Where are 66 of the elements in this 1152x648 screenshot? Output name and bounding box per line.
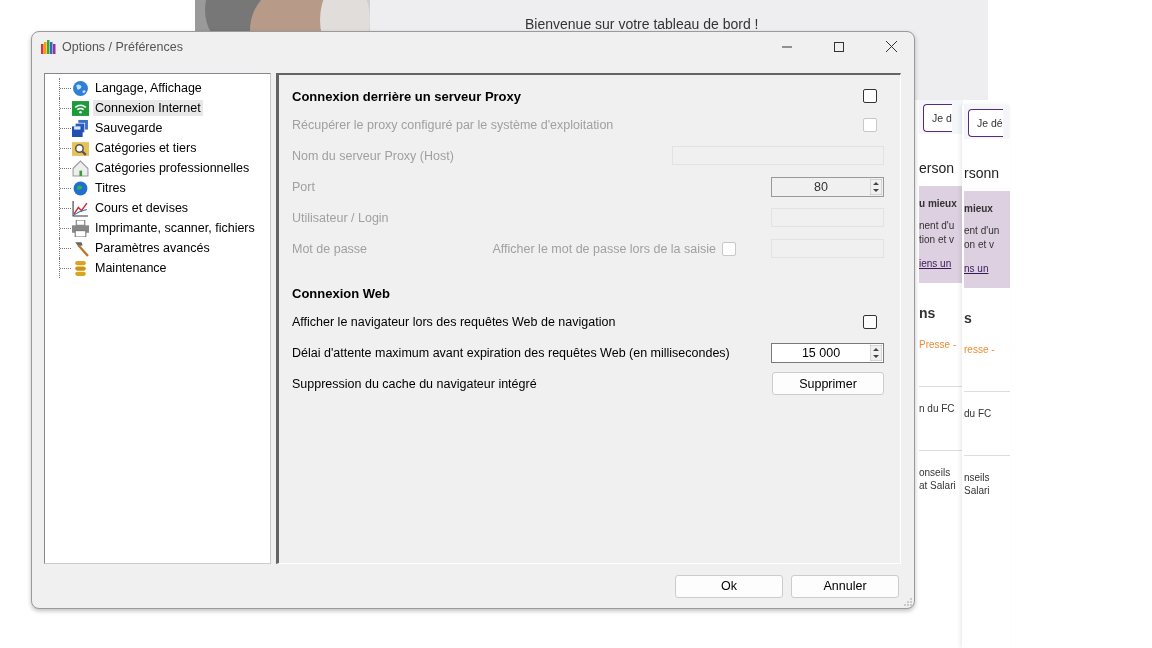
window-title: Options / Préférences [62,39,184,54]
tree-item[interactable]: Catégories et tiers [93,140,199,156]
tree-item[interactable]: Cours et devises [93,200,191,216]
delete-button[interactable]: Supprimer [772,372,884,395]
welcome-title: Bienvenue sur votre tableau de bord ! [525,16,759,32]
section-title: Connexion derrière un serveur Proxy [292,88,522,104]
tree-item[interactable]: Maintenance [93,260,169,276]
house-icon [72,159,89,177]
field-label: Récupérer le proxy configuré par le système d'exploitation [292,117,615,132]
card-text: on et v [964,239,996,250]
magnifier-icon [72,139,89,157]
action-button[interactable]: Je dé [968,109,1003,137]
action-button[interactable]: Je d [923,104,952,132]
field-label: Suppression du cache du navigateur intégré [292,376,538,391]
globe-icon [72,179,89,197]
category-tag: resse - [964,344,1010,355]
article-title[interactable]: at Salari [919,480,963,491]
spin-arrows-icon[interactable] [870,178,882,195]
section-heading: s [964,310,973,326]
section-title: Connexion Web [292,285,390,301]
tree-item[interactable]: Langage, Affichage [93,80,204,96]
spin-arrows-icon[interactable] [870,344,882,361]
ok-button[interactable]: Ok [675,574,783,598]
coins-icon [72,259,89,277]
resize-grip-icon[interactable] [904,598,912,606]
section-heading: erson [919,160,956,176]
maximize-icon [834,41,844,52]
globe-icon [72,79,89,97]
card-text: ent d'un [964,225,1001,236]
option-label: Afficher le mot de passe lors de la saisie [492,241,716,256]
article-title[interactable]: onseils [919,467,963,478]
field-label: Mot de passe [292,241,369,256]
tree-item[interactable]: Titres [93,180,128,196]
tree-item[interactable]: Imprimante, scanner, fichiers [93,220,257,236]
article-title[interactable]: du FC [964,408,1010,419]
field-label: Port [292,179,316,194]
field-label: Afficher le navigateur lors des requêtes Web de navigation [292,314,617,329]
app-icon [40,38,56,55]
card-title: u mieux [919,198,958,209]
tree-item[interactable]: Sauvegarde [93,120,165,136]
card-link[interactable]: ns un [964,263,1010,274]
hammer-icon [72,239,89,257]
chart-icon [72,199,89,217]
card-link[interactable]: iens un [919,258,963,269]
section-heading: rsonn [964,165,1001,181]
tree-item[interactable]: Catégories professionnelles [93,160,252,176]
card-text: nent d'u [919,220,956,231]
cancel-button[interactable]: Annuler [791,574,899,598]
number-field[interactable]: 15 000 [771,342,884,363]
section-heading: ns [919,305,937,321]
floppy-icon [72,119,89,137]
tree-item[interactable]: Paramètres avancés [93,240,212,256]
category-tag: Presse - [919,339,963,350]
close-icon [885,41,897,52]
card-text: tion et v [919,234,956,245]
field-label: Nom du serveur Proxy (Host) [292,148,455,163]
tree-item[interactable]: Connexion Internet [93,100,203,116]
article-title[interactable]: Salari [964,485,1010,496]
field-label: Délai d'attente maximum avant expiration des requêtes Web (en millisecondes) [292,345,731,360]
article-title[interactable]: n du FC [919,403,963,414]
checkbox[interactable] [863,89,877,103]
field-label: Utilisateur / Login [292,210,390,225]
checkbox[interactable] [863,314,877,329]
wifi-icon [72,99,89,117]
article-title[interactable]: nseils [964,472,1010,483]
card-title: mieux [964,203,994,214]
